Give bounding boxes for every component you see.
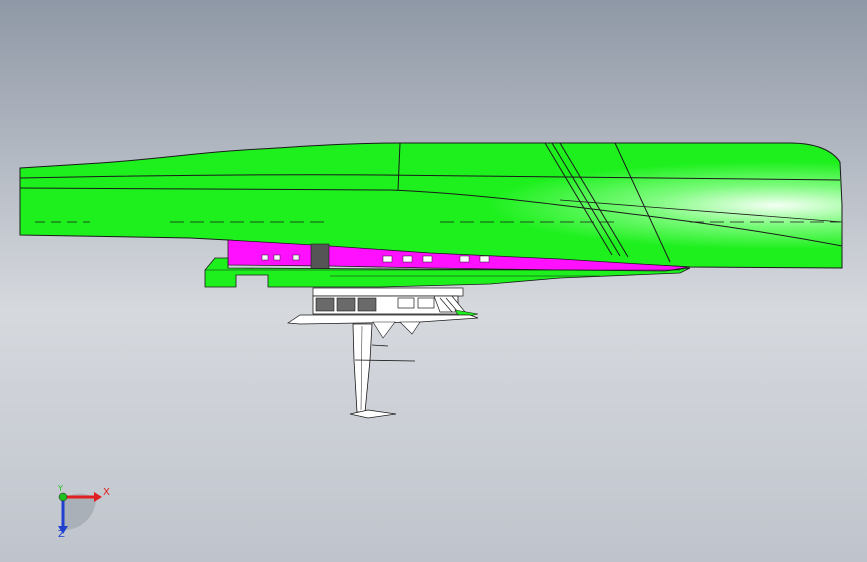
cabin-window <box>459 255 470 263</box>
gondola-window <box>315 297 335 312</box>
cabin-window <box>422 255 433 263</box>
cabin-window <box>292 254 300 261</box>
cabin-door <box>310 243 330 270</box>
gondola-window <box>357 297 377 312</box>
gondola-window <box>397 297 415 309</box>
cabin-window <box>479 255 490 263</box>
axis-x-label: X <box>103 487 110 498</box>
axis-y-label: Y <box>58 484 63 493</box>
cabin-window <box>382 255 393 263</box>
cabin-window <box>261 254 269 261</box>
cabin-window <box>273 254 281 261</box>
gondola-window <box>336 297 356 312</box>
hanger-frame <box>312 287 464 297</box>
axis-z-label: Z <box>58 529 65 540</box>
triad-y-axis <box>58 492 68 502</box>
gondola-window <box>417 297 435 309</box>
model-canvas[interactable] <box>0 0 867 562</box>
cabin-window <box>402 255 413 263</box>
graphics-viewport[interactable]: X Y Z <box>0 0 867 562</box>
